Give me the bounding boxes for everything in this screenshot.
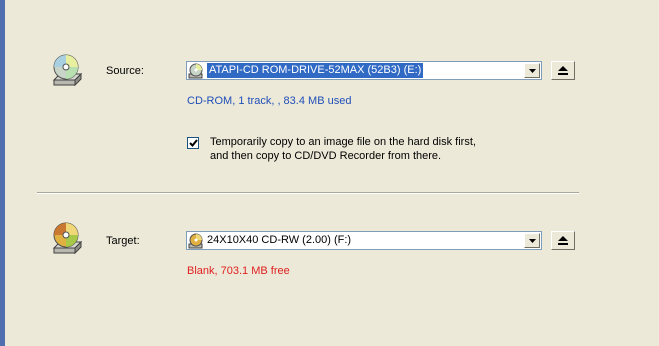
window-left-border — [0, 0, 5, 346]
checkmark-icon — [188, 139, 198, 147]
chevron-down-icon[interactable] — [524, 233, 540, 248]
target-eject-button[interactable] — [551, 231, 575, 250]
eject-icon — [558, 236, 568, 245]
source-drive-value: ATAPI-CD ROM-DRIVE-52MAX (52B3) (E:) — [207, 63, 424, 78]
cd-burner-small-icon — [188, 233, 203, 248]
target-label: Target: — [106, 235, 140, 247]
section-divider — [37, 192, 579, 194]
chevron-down-icon[interactable] — [524, 63, 540, 78]
target-drive-select[interactable]: 24X10X40 CD-RW (2.00) (F:) — [186, 231, 542, 250]
target-info: Blank, 703.1 MB free — [187, 265, 290, 277]
source-eject-button[interactable] — [551, 61, 575, 80]
source-info: CD-ROM, 1 track, , 83.4 MB used — [187, 95, 352, 107]
cd-drive-small-icon — [188, 63, 203, 78]
eject-icon — [558, 66, 568, 75]
source-drive-select[interactable]: ATAPI-CD ROM-DRIVE-52MAX (52B3) (E:) — [186, 61, 542, 80]
target-drive-value: 24X10X40 CD-RW (2.00) (F:) — [207, 234, 352, 246]
source-label: Source: — [106, 65, 144, 77]
temp-copy-label-line2: and then copy to CD/DVD Recorder from th… — [210, 150, 442, 162]
temp-copy-checkbox[interactable] — [187, 137, 199, 149]
cd-drive-icon — [48, 53, 84, 89]
temp-copy-label: Temporarily copy to an image file on the… — [210, 135, 476, 163]
temp-copy-label-line1: Temporarily copy to an image file on the… — [210, 136, 476, 148]
cd-burner-icon — [48, 221, 84, 257]
